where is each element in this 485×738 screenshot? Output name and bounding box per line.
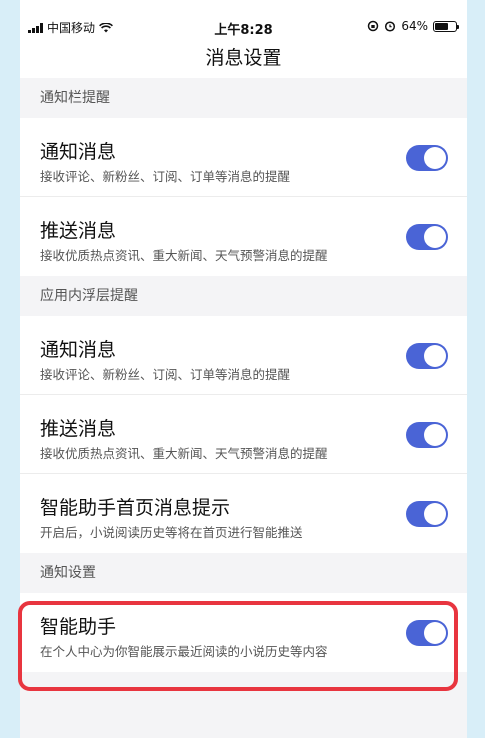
settings-list: 通知栏提醒 通知消息 接收评论、新粉丝、订阅、订单等消息的提醒 推送消息 接收优质热点资… [20,78,467,672]
setting-row: 通知消息接收评论、新粉丝、订阅、订单等消息的提醒 [20,118,467,197]
battery-fill [435,22,448,30]
setting-description: 接收评论、新粉丝、订阅、订单等消息的提醒 [40,367,291,382]
setting-title: 智能助手首页消息提示 [40,497,231,519]
settings-group: 智能助手在个人中心为你智能展示最近阅读的小说历史等内容 [20,593,467,672]
setting-toggle[interactable] [406,224,448,250]
battery-icon [433,20,459,32]
phone-screen: 中国移动 上午8:28 64% 消息设置 通知栏提醒 通知消息 接收评论、新粉丝、订… [18,0,467,738]
settings-group: 通知消息接收评论、新粉丝、订阅、订单等消息的提醒推送消息接收优质热点资讯、重大新… [20,118,467,276]
settings-group: 通知消息接收评论、新粉丝、订阅、订单等消息的提醒推送消息接收优质热点资讯、重大新… [20,316,467,553]
page-title: 消息设置 [205,47,282,69]
setting-title: 通知消息 [40,339,117,361]
setting-toggle[interactable] [406,422,448,448]
setting-toggle[interactable] [406,620,448,646]
toggle-knob [424,345,446,367]
setting-description: 接收优质热点资讯、重大新闻、天气预警消息的提醒 [40,446,328,461]
section-header: 通知设置 [20,553,467,593]
setting-toggle[interactable] [406,501,448,527]
alarm-icon [385,21,396,32]
setting-title: 推送消息 [40,418,117,440]
toggle-knob [424,226,446,248]
toggle-knob [424,147,446,169]
toggle-knob [424,503,446,525]
setting-description: 接收评论、新粉丝、订阅、订单等消息的提醒 [40,169,291,184]
setting-description: 接收优质热点资讯、重大新闻、天气预警消息的提醒 [40,248,328,263]
toggle-knob [424,622,446,644]
toggle-knob [424,424,446,446]
setting-row: 智能助手首页消息提示开启后，小说阅读历史等将在首页进行智能推送 [20,474,467,553]
setting-description: 在个人中心为你智能展示最近阅读的小说历史等内容 [40,644,328,659]
setting-title: 通知消息 [40,141,117,163]
setting-title: 推送消息 [40,220,117,242]
setting-row: 通知消息接收评论、新粉丝、订阅、订单等消息的提醒 [20,316,467,395]
section-header: 通知栏提醒 [20,78,467,118]
setting-title: 智能助手 [40,616,117,638]
setting-toggle[interactable] [406,343,448,369]
nav-bar: 消息设置 [20,46,467,78]
rotation-lock-icon [368,20,379,32]
section-header: 应用内浮层提醒 [20,276,467,316]
setting-row: 推送消息接收优质热点资讯、重大新闻、天气预警消息的提醒 [20,197,467,276]
setting-description: 开启后，小说阅读历史等将在首页进行智能推送 [40,525,303,540]
setting-row: 推送消息接收优质热点资讯、重大新闻、天气预警消息的提醒 [20,395,467,474]
setting-toggle[interactable] [406,145,448,171]
battery-percent: 64% [401,19,428,33]
status-right: 64% [367,19,459,33]
setting-row: 智能助手在个人中心为你智能展示最近阅读的小说历史等内容 [20,593,467,672]
